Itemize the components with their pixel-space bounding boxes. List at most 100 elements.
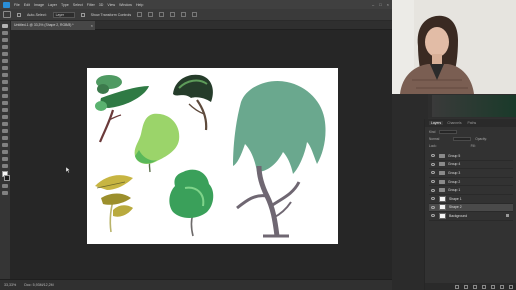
healing-brush-tool-icon[interactable]	[2, 65, 8, 71]
close-window-button[interactable]: ×	[387, 2, 389, 7]
move-tool-preset-icon[interactable]	[3, 11, 11, 18]
layer-row[interactable]: Group 2	[429, 178, 513, 187]
tools-panel	[0, 21, 11, 279]
visibility-eye-icon[interactable]	[431, 180, 435, 184]
clone-stamp-tool-icon[interactable]	[2, 79, 8, 85]
eyedropper-tool-icon[interactable]	[2, 58, 8, 64]
shape-tool-icon[interactable]	[2, 142, 8, 148]
dodge-tool-icon[interactable]	[2, 114, 8, 120]
document-tab-title: Untitled-1 @ 33,3% (Shape 2, RGB/8) *	[14, 23, 74, 27]
document-info: Doc: 5,93M/12,2M	[24, 283, 54, 287]
menu-type[interactable]: Type	[61, 3, 69, 7]
layer-row-selected[interactable]: Shape 2	[429, 203, 513, 213]
eraser-tool-icon[interactable]	[2, 93, 8, 99]
auto-select-checkbox[interactable]	[17, 12, 21, 17]
background-color-swatch[interactable]	[3, 175, 10, 182]
link-layers-icon[interactable]	[455, 284, 459, 289]
transform-controls-checkbox[interactable]	[80, 12, 85, 17]
align-top-icon[interactable]	[170, 12, 176, 17]
history-brush-tool-icon[interactable]	[2, 86, 8, 92]
hand-tool-icon[interactable]	[2, 149, 8, 155]
menu-filter[interactable]: Filter	[87, 3, 95, 7]
menu-3d[interactable]: 3D	[99, 3, 104, 7]
visibility-eye-icon[interactable]	[431, 214, 435, 218]
mouse-cursor-icon	[66, 167, 71, 173]
layer-row[interactable]: Shape 1	[429, 195, 513, 204]
menu-layer[interactable]: Layer	[48, 3, 57, 7]
type-tool-icon[interactable]	[2, 128, 8, 134]
marquee-tool-icon[interactable]	[2, 30, 8, 36]
layer-style-icon[interactable]	[464, 284, 468, 289]
tab-channels[interactable]: Channels	[445, 121, 463, 125]
visibility-eye-icon[interactable]	[431, 154, 435, 158]
visibility-eye-icon[interactable]	[431, 197, 435, 201]
opacity-label: Opacity:	[475, 136, 487, 141]
options-bar: Auto-Select: Layer Show Transform Contro…	[0, 9, 392, 21]
layer-thumbnail	[439, 212, 446, 219]
layers-panel: Layers Channels Paths Kind Normal Opacit…	[424, 119, 516, 290]
folder-icon	[439, 153, 445, 158]
maximize-button[interactable]: □	[379, 2, 381, 7]
new-layer-icon[interactable]	[500, 284, 504, 289]
color-picker-field[interactable]	[432, 95, 516, 117]
move-tool-icon[interactable]	[2, 24, 8, 29]
menu-view[interactable]: View	[107, 3, 115, 7]
align-bottom-icon[interactable]	[192, 12, 198, 17]
menu-bar: File Edit Image Layer Type Select Filter…	[0, 0, 392, 9]
layer-row[interactable]: Background	[429, 212, 513, 221]
visibility-eye-icon[interactable]	[431, 162, 435, 166]
crop-tool-icon[interactable]	[2, 51, 8, 57]
menu-help[interactable]: Help	[136, 3, 143, 7]
path-selection-tool-icon[interactable]	[2, 135, 8, 141]
transform-controls-label: Show Transform Controls	[90, 12, 132, 17]
document-tab-bar: Untitled-1 @ 33,3% (Shape 2, RGB/8) * ×	[11, 21, 392, 30]
auto-select-dropdown[interactable]: Layer	[52, 11, 75, 18]
color-panel	[428, 94, 516, 118]
minimize-button[interactable]: –	[372, 2, 374, 7]
menu-file[interactable]: File	[14, 3, 20, 7]
document-canvas[interactable]	[87, 68, 338, 244]
visibility-eye-icon[interactable]	[431, 205, 435, 209]
brush-tool-icon[interactable]	[2, 72, 8, 78]
close-tab-icon[interactable]: ×	[91, 21, 93, 30]
kind-filter-dropdown[interactable]	[439, 129, 458, 134]
tab-layers[interactable]: Layers	[429, 121, 444, 125]
layer-row[interactable]: Group 5	[429, 152, 513, 161]
lasso-tool-icon[interactable]	[2, 37, 8, 43]
new-group-icon[interactable]	[491, 284, 495, 289]
layer-row[interactable]: Group 1	[429, 186, 513, 195]
zoom-tool-icon[interactable]	[2, 156, 8, 162]
adjustment-layer-icon[interactable]	[482, 284, 486, 289]
folder-icon	[439, 188, 445, 193]
menu-window[interactable]: Window	[119, 3, 132, 7]
folder-icon	[439, 162, 445, 167]
visibility-eye-icon[interactable]	[431, 188, 435, 192]
add-mask-icon[interactable]	[473, 284, 477, 289]
menu-select[interactable]: Select	[73, 3, 83, 7]
workspace[interactable]	[11, 30, 392, 279]
blend-mode-box[interactable]	[453, 136, 472, 141]
menu-edit[interactable]: Edit	[24, 3, 30, 7]
pen-tool-icon[interactable]	[2, 121, 8, 127]
align-middle-icon[interactable]	[181, 12, 187, 17]
tree-illustration-2	[173, 74, 213, 131]
blur-tool-icon[interactable]	[2, 107, 8, 113]
document-tab[interactable]: Untitled-1 @ 33,3% (Shape 2, RGB/8) * ×	[11, 21, 95, 30]
visibility-eye-icon[interactable]	[431, 171, 435, 175]
align-right-icon[interactable]	[159, 12, 165, 17]
align-left-icon[interactable]	[137, 12, 143, 17]
delete-layer-icon[interactable]	[509, 284, 513, 289]
zoom-level[interactable]: 33,33%	[4, 283, 16, 287]
tab-paths[interactable]: Paths	[466, 121, 479, 125]
more-tools-icon[interactable]	[2, 163, 8, 169]
layer-row[interactable]: Group 3	[429, 169, 513, 178]
layer-row[interactable]: Group 4	[429, 161, 513, 170]
blend-mode-dropdown[interactable]: Normal	[429, 137, 439, 141]
quick-mask-icon[interactable]	[2, 183, 8, 189]
align-center-icon[interactable]	[148, 12, 154, 17]
kind-label: Kind	[429, 129, 436, 134]
quick-select-tool-icon[interactable]	[2, 44, 8, 50]
menu-image[interactable]: Image	[34, 3, 44, 7]
gradient-tool-icon[interactable]	[2, 100, 8, 106]
screen-mode-icon[interactable]	[2, 190, 8, 196]
